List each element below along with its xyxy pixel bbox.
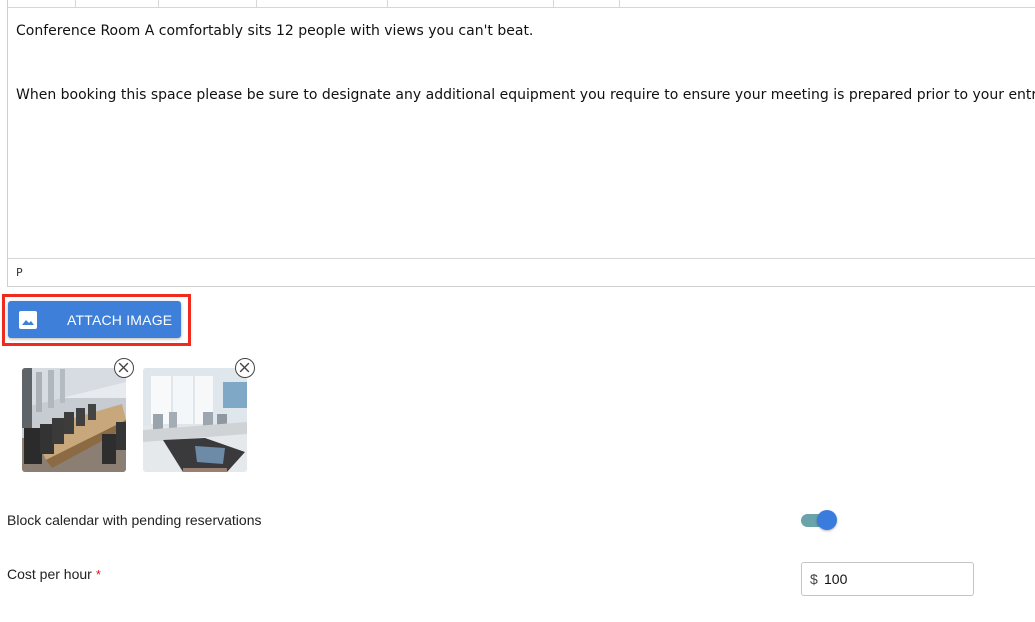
cost-per-hour-field[interactable]: $ (801, 562, 974, 596)
attach-image-label: ATTACH IMAGE (67, 312, 173, 328)
close-circle-icon[interactable] (114, 358, 134, 378)
editor-statusbar: P (8, 258, 1035, 288)
conference-table-photo[interactable] (22, 368, 126, 472)
element-path[interactable]: P (16, 266, 23, 279)
toolbar-divider (75, 0, 76, 7)
editor-paragraph[interactable]: Conference Room A comfortably sits 12 pe… (16, 21, 1035, 41)
block-calendar-label: Block calendar with pending reservations (7, 512, 262, 528)
editor-toolbar (8, 0, 1035, 8)
cost-per-hour-label: Cost per hour * (7, 566, 101, 582)
editor-paragraph[interactable]: When booking this space please be sure t… (16, 85, 1035, 105)
cost-per-hour-input[interactable] (822, 564, 971, 594)
currency-prefix: $ (810, 571, 818, 587)
conference-phone-photo[interactable] (143, 368, 247, 472)
toolbar-divider (387, 0, 388, 7)
required-marker: * (95, 567, 101, 582)
close-circle-icon[interactable] (235, 358, 255, 378)
toggle-thumb (817, 510, 837, 530)
rich-text-editor[interactable]: Conference Room A comfortably sits 12 pe… (7, 0, 1035, 287)
toolbar-divider (619, 0, 620, 7)
cost-per-hour-text: Cost per hour (7, 566, 92, 582)
toolbar-divider (158, 0, 159, 7)
editor-content[interactable]: Conference Room A comfortably sits 12 pe… (16, 21, 1035, 105)
toolbar-divider (256, 0, 257, 7)
block-calendar-toggle[interactable] (800, 509, 838, 531)
toolbar-divider (553, 0, 554, 7)
image-icon (19, 311, 37, 329)
attach-image-button[interactable]: ATTACH IMAGE (8, 301, 181, 338)
